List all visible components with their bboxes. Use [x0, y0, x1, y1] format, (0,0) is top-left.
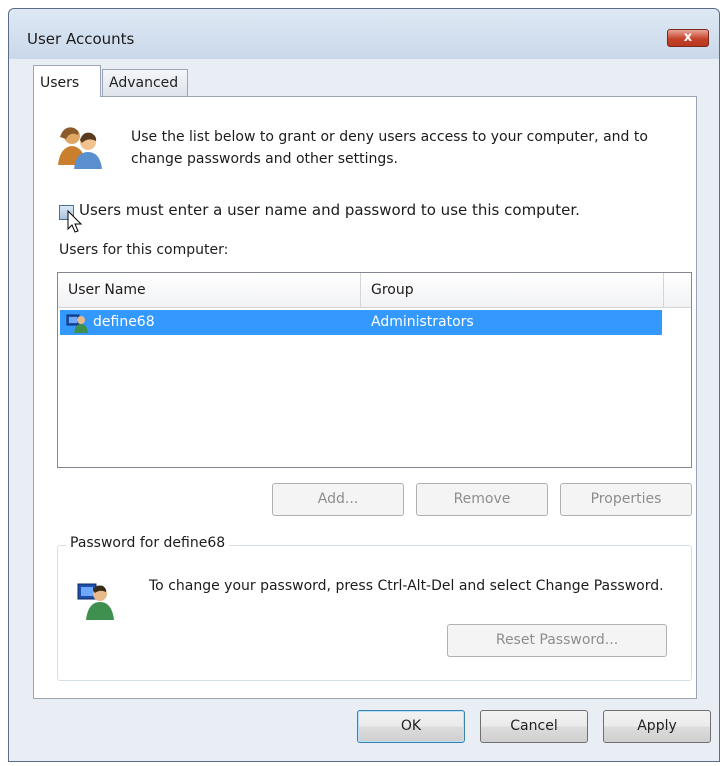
column-header-group[interactable]: Group: [371, 282, 414, 298]
user-accounts-window: User Accounts x Users Advanced Use the l…: [8, 8, 720, 762]
remove-button[interactable]: Remove: [416, 483, 548, 516]
users-tab-panel: Use the list below to grant or deny user…: [33, 96, 697, 699]
intro-text: Use the list below to grant or deny user…: [131, 129, 648, 167]
password-groupbox-legend: Password for define68: [66, 535, 230, 551]
cancel-button[interactable]: Cancel: [480, 710, 588, 743]
reset-password-button[interactable]: Reset Password...: [447, 624, 667, 657]
list-header: User Name Group: [58, 273, 691, 308]
password-groupbox: Password for define68 To change your pas…: [57, 535, 692, 681]
users-group-icon: [56, 125, 106, 173]
user-icon: [66, 313, 88, 337]
title-bar[interactable]: User Accounts x: [9, 9, 719, 59]
tab-advanced[interactable]: Advanced: [102, 69, 188, 97]
add-button[interactable]: Add...: [272, 483, 404, 516]
apply-button[interactable]: Apply: [603, 710, 711, 743]
column-header-user-name[interactable]: User Name: [68, 282, 146, 298]
users-list-label: Users for this computer:: [59, 242, 229, 258]
row-group: Administrators: [371, 314, 474, 330]
require-password-label[interactable]: Users must enter a user name and passwor…: [79, 201, 580, 219]
ok-button[interactable]: OK: [357, 710, 465, 743]
tab-users[interactable]: Users: [33, 65, 101, 97]
column-divider[interactable]: [360, 273, 361, 307]
table-row[interactable]: define68 Administrators: [60, 310, 662, 335]
row-user-name: define68: [93, 314, 155, 330]
user-password-icon: [76, 580, 116, 624]
close-button[interactable]: x: [667, 29, 709, 47]
properties-button[interactable]: Properties: [560, 483, 692, 516]
window-title: User Accounts: [27, 30, 135, 48]
users-listview[interactable]: User Name Group define68 Administrators: [57, 272, 692, 468]
mouse-cursor-icon: [67, 209, 83, 238]
password-instructions: To change your password, press Ctrl-Alt-…: [149, 578, 664, 594]
column-divider[interactable]: [663, 273, 664, 307]
